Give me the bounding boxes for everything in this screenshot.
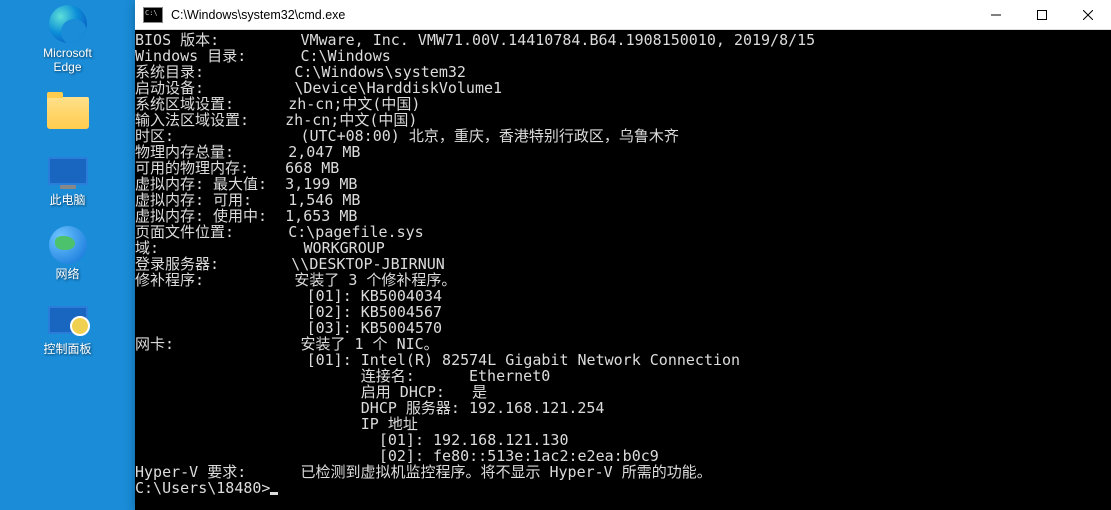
terminal-line: [03]: KB5004570 [135,320,1111,336]
terminal-line: 系统目录: C:\Windows\system32 [135,64,1111,80]
terminal-line: 登录服务器: \\DESKTOP-JBIRNUN [135,256,1111,272]
network-icon [46,225,90,265]
terminal-line: 连接名: Ethernet0 [135,368,1111,384]
terminal-line: 虚拟内存: 最大值: 3,199 MB [135,176,1111,192]
terminal-line: 时区: (UTC+08:00) 北京，重庆，香港特别行政区，乌鲁木齐 [135,128,1111,144]
terminal-prompt[interactable]: C:\Users\18480> [135,480,1111,496]
terminal-line: 物理内存总量: 2,047 MB [135,144,1111,160]
terminal-line: [01]: 192.168.121.130 [135,432,1111,448]
terminal-line: 域: WORKGROUP [135,240,1111,256]
cursor [270,492,278,495]
terminal-line: [01]: KB5004034 [135,288,1111,304]
maximize-button[interactable] [1019,0,1065,29]
desktop-label: 此电脑 [30,193,106,207]
terminal-line: Hyper-V 要求: 已检测到虚拟机监控程序。将不显示 Hyper-V 所需的… [135,464,1111,480]
terminal-line: 启用 DHCP: 是 [135,384,1111,400]
terminal-line: 页面文件位置: C:\pagefile.sys [135,224,1111,240]
terminal-line: 启动设备: \Device\HarddiskVolume1 [135,80,1111,96]
desktop-icon-edge[interactable]: Microsoft Edge [30,4,106,75]
pc-icon [46,151,90,191]
close-button[interactable] [1065,0,1111,29]
folder-icon [46,93,90,133]
desktop-icon-control-panel[interactable]: 控制面板 [30,300,106,356]
terminal-line: [02]: fe80::513e:1ac2:e2ea:b0c9 [135,448,1111,464]
terminal-line: IP 地址 [135,416,1111,432]
window-title: C:\Windows\system32\cmd.exe [169,8,973,22]
desktop-icon-folder[interactable] [30,93,106,133]
cmd-icon [143,7,163,23]
terminal-line: 可用的物理内存: 668 MB [135,160,1111,176]
desktop: Microsoft Edge 此电脑 网络 控制面板 [0,0,135,374]
desktop-label: 控制面板 [30,342,106,356]
desktop-label: 网络 [30,267,106,281]
terminal-line: [02]: KB5004567 [135,304,1111,320]
terminal-line: Windows 目录: C:\Windows [135,48,1111,64]
terminal-line: 系统区域设置: zh-cn;中文(中国) [135,96,1111,112]
terminal-line: DHCP 服务器: 192.168.121.254 [135,400,1111,416]
cmd-window: C:\Windows\system32\cmd.exe BIOS 版本: VMw… [135,0,1111,510]
terminal-line: 虚拟内存: 可用: 1,546 MB [135,192,1111,208]
control-panel-icon [46,300,90,340]
edge-icon [46,4,90,44]
terminal-line: 虚拟内存: 使用中: 1,653 MB [135,208,1111,224]
titlebar[interactable]: C:\Windows\system32\cmd.exe [135,0,1111,30]
minimize-button[interactable] [973,0,1019,29]
terminal-line: 修补程序: 安装了 3 个修补程序。 [135,272,1111,288]
terminal-output[interactable]: BIOS 版本: VMware, Inc. VMW71.00V.14410784… [135,30,1111,510]
window-controls [973,0,1111,29]
terminal-line: 网卡: 安装了 1 个 NIC。 [135,336,1111,352]
desktop-icon-network[interactable]: 网络 [30,225,106,281]
terminal-line: BIOS 版本: VMware, Inc. VMW71.00V.14410784… [135,32,1111,48]
terminal-line: [01]: Intel(R) 82574L Gigabit Network Co… [135,352,1111,368]
desktop-label: Microsoft Edge [30,46,106,75]
terminal-line: 输入法区域设置: zh-cn;中文(中国) [135,112,1111,128]
desktop-icon-this-pc[interactable]: 此电脑 [30,151,106,207]
